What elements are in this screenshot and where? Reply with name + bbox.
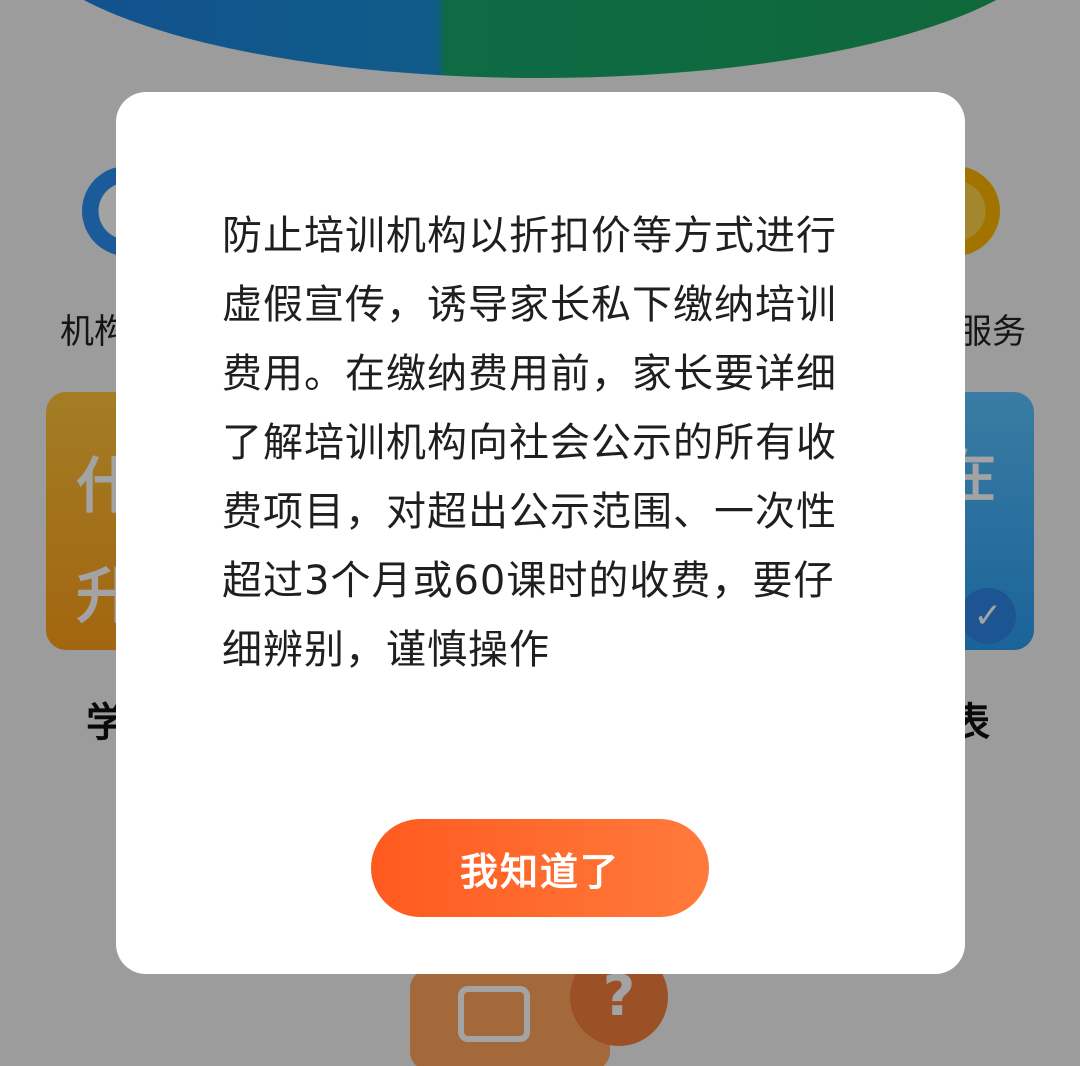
notice-message: 防止培训机构以折扣价等方式进行虚假宣传，诱导家长私下缴纳培训费用。在缴纳费用前，… bbox=[222, 213, 837, 673]
confirm-button[interactable]: 我知道了 bbox=[371, 819, 709, 917]
notice-dialog: 防止培训机构以折扣价等方式进行虚假宣传，诱导家长私下缴纳培训费用。在缴纳费用前，… bbox=[116, 92, 965, 974]
app-screen: 机构 服务 什 升 在 ✓ 学 表 ? 防止培训机构以折扣价等方式进行虚假宣传，… bbox=[0, 0, 1080, 1066]
